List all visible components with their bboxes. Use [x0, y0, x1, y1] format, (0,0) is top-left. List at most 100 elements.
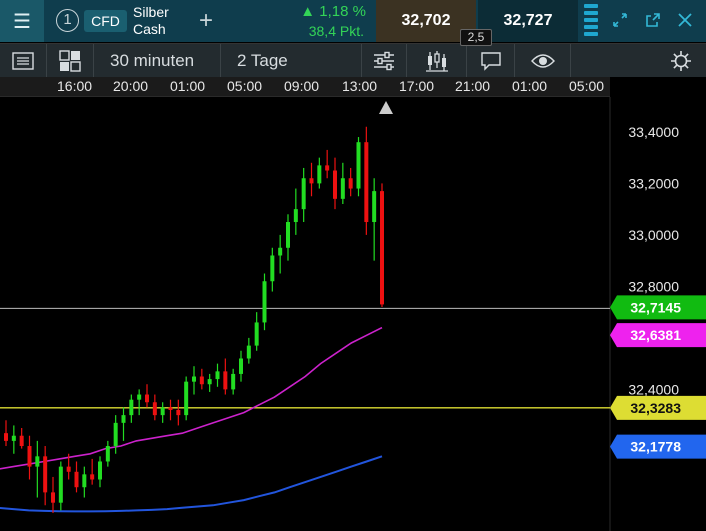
candle-body: [262, 281, 267, 323]
candle: [246, 337, 251, 364]
change-display: ▲ 1,18 % 38,4 Pkt.: [280, 0, 376, 42]
candle-body: [348, 178, 353, 189]
buy-price-button[interactable]: 32,727: [478, 0, 578, 42]
close-icon[interactable]: [677, 12, 693, 28]
candle: [278, 234, 283, 274]
candle-body: [137, 394, 142, 400]
time-axis-label: 01:00: [512, 78, 548, 94]
candle: [145, 384, 149, 408]
time-axis-label: 09:00: [284, 78, 320, 94]
candle-body: [215, 371, 220, 380]
candle-body: [160, 407, 165, 416]
price-chart[interactable]: 33,400033,200033,000032,800032,600032,40…: [0, 97, 706, 531]
candle-body: [254, 322, 259, 346]
candle-body: [325, 165, 330, 171]
candle: [325, 149, 330, 179]
range-selector[interactable]: 2 Tage: [221, 44, 362, 77]
instrument-type-badge: CFD: [84, 10, 127, 32]
candle: [105, 440, 110, 467]
candles: [4, 126, 384, 513]
candle: [286, 214, 290, 261]
hamburger-menu-icon[interactable]: ☰: [0, 0, 44, 42]
eye-icon[interactable]: [515, 44, 571, 77]
popout-icon[interactable]: [645, 12, 661, 28]
candle: [113, 415, 118, 454]
candle: [19, 428, 24, 449]
candle: [4, 420, 8, 447]
candle: [231, 368, 236, 395]
candle: [340, 162, 345, 204]
candle: [43, 446, 48, 506]
y-axis: 33,400033,200033,000032,800032,600032,40…: [628, 124, 679, 397]
candle-body: [4, 433, 8, 441]
spread-badge: 2,5: [460, 29, 492, 46]
candle-body: [372, 191, 377, 223]
price-badges: 32,1778 32,3283 32,6381 32,7145: [610, 295, 706, 459]
candle: [364, 126, 369, 235]
candle-body: [231, 373, 236, 390]
time-axis-label: 20:00: [113, 78, 149, 94]
candle: [207, 373, 212, 392]
candle: [301, 167, 306, 223]
candle-body: [74, 471, 79, 488]
layout-icon[interactable]: [47, 44, 94, 77]
candle: [223, 358, 228, 395]
candle-body: [35, 456, 40, 467]
blue-price-badge-label: 32,1778: [630, 439, 681, 455]
candle: [333, 157, 337, 210]
change-percent-row: ▲ 1,18 %: [300, 3, 366, 20]
yellow-price-badge: 32,3283: [610, 395, 706, 420]
magenta-moving-average: [0, 326, 383, 470]
window-controls: [604, 0, 706, 42]
candle: [372, 178, 377, 261]
candle: [74, 461, 79, 493]
timeframe-selector[interactable]: 30 minuten: [94, 44, 221, 77]
change-points: 38,4 Pkt.: [308, 23, 364, 39]
candle: [309, 162, 314, 197]
instrument-selector[interactable]: 1 CFD Silber Cash: [45, 0, 185, 42]
time-axis-label: 01:00: [170, 78, 206, 94]
candle: [348, 167, 353, 197]
time-axis-label: 17:00: [399, 78, 435, 94]
candle: [137, 389, 142, 416]
chart-toolbar: 30 minuten 2 Tage: [0, 43, 706, 77]
time-axis-label: 05:00: [227, 78, 263, 94]
candle-body: [207, 379, 212, 385]
candle: [160, 402, 165, 423]
candle: [51, 476, 55, 513]
candle-body: [317, 165, 322, 184]
candle: [35, 440, 40, 498]
top-bar: ☰ 1 CFD Silber Cash + ▲ 1,18 % 38,4 Pkt.…: [0, 0, 706, 46]
candle: [90, 458, 95, 485]
candle-body: [98, 461, 102, 480]
change-percent: 1,18 %: [319, 3, 366, 20]
y-tick-label: 33,4000: [628, 124, 679, 140]
candle-body: [152, 402, 157, 416]
candle: [98, 456, 102, 488]
expand-icon[interactable]: [612, 12, 628, 28]
gear-icon[interactable]: [571, 44, 706, 77]
list-icon[interactable]: [0, 44, 47, 77]
settings-sliders-icon[interactable]: [362, 44, 407, 77]
candle: [262, 273, 267, 331]
comment-icon[interactable]: [467, 44, 515, 77]
candle: [168, 399, 173, 421]
candlestick-icon[interactable]: [407, 44, 467, 77]
candle-body: [293, 209, 298, 223]
time-axis: 16:00 20:00 01:00 05:00 09:00 13:00 17:0…: [0, 77, 610, 97]
candle-body: [19, 435, 24, 447]
candle-body: [364, 142, 369, 223]
candle: [270, 247, 275, 292]
candle-body: [223, 371, 228, 390]
candle-body: [121, 415, 126, 423]
candle: [11, 425, 16, 454]
depth-bar: [584, 32, 598, 36]
plus-icon[interactable]: +: [186, 0, 226, 42]
candle-body: [145, 394, 149, 403]
candle-body: [301, 178, 306, 210]
candle-body: [270, 255, 275, 282]
blue-moving-average: [0, 455, 383, 513]
candle-body: [90, 474, 95, 480]
candle-body: [380, 191, 384, 305]
candle-body: [58, 466, 63, 503]
